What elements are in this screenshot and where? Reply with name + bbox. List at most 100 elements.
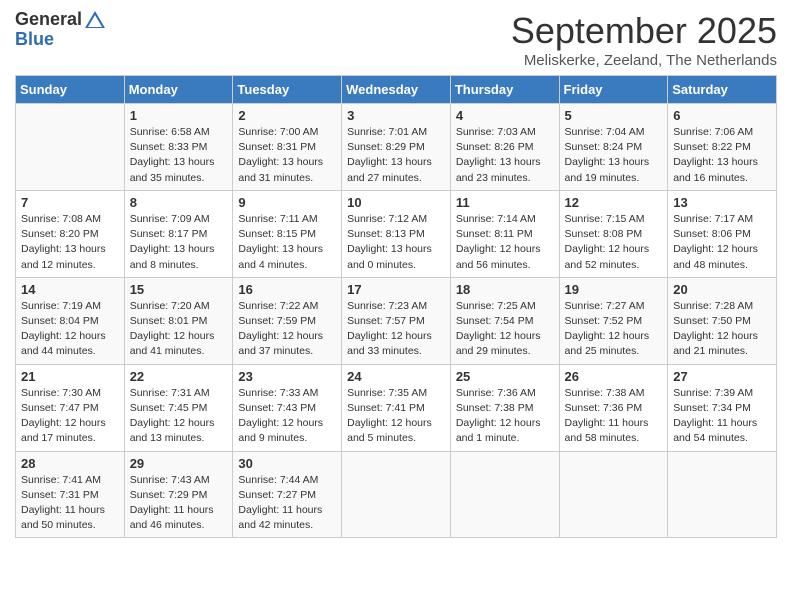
day-number: 9 (238, 195, 336, 210)
calendar-cell: 20Sunrise: 7:28 AM Sunset: 7:50 PM Dayli… (668, 277, 777, 364)
week-row-4: 21 Sunrise: 7:30 AM Sunset: 7:47 PM Dayli… (16, 364, 777, 451)
day-info: Sunrise: 7:09 AM Sunset: 8:17 PM Dayligh… (130, 212, 228, 273)
calendar-cell: 16 Sunrise: 7:22 AM Sunset: 7:59 PM Dayli… (233, 277, 342, 364)
day-info: Sunrise: 7:35 AM Sunset: 7:41 PM Dayligh… (347, 386, 445, 447)
day-info: Sunrise: 7:11 AM Sunset: 8:15 PM Dayligh… (238, 212, 336, 273)
calendar-cell: 6Sunrise: 7:06 AM Sunset: 8:22 PM Daylig… (668, 104, 777, 191)
day-info: Sunrise: 6:58 AM Sunset: 8:33 PM Dayligh… (130, 125, 228, 186)
day-info: Sunrise: 7:27 AM Sunset: 7:52 PM Dayligh… (565, 299, 663, 360)
day-number: 20 (673, 282, 771, 297)
day-number: 6 (673, 108, 771, 123)
column-header-friday: Friday (559, 76, 668, 104)
day-info: Sunrise: 7:03 AM Sunset: 8:26 PM Dayligh… (456, 125, 554, 186)
day-number: 23 (238, 369, 336, 384)
day-number: 15 (130, 282, 228, 297)
calendar-cell: 24 Sunrise: 7:35 AM Sunset: 7:41 PM Dayli… (342, 364, 451, 451)
day-number: 22 (130, 369, 228, 384)
calendar-cell (16, 104, 125, 191)
calendar-cell: 1 Sunrise: 6:58 AM Sunset: 8:33 PM Daylig… (124, 104, 233, 191)
day-info: Sunrise: 7:30 AM Sunset: 7:47 PM Dayligh… (21, 386, 119, 447)
day-info: Sunrise: 7:31 AM Sunset: 7:45 PM Dayligh… (130, 386, 228, 447)
day-info: Sunrise: 7:00 AM Sunset: 8:31 PM Dayligh… (238, 125, 336, 186)
calendar-cell: 30 Sunrise: 7:44 AM Sunset: 7:27 PM Dayli… (233, 451, 342, 538)
day-info: Sunrise: 7:43 AM Sunset: 7:29 PM Dayligh… (130, 473, 228, 534)
day-number: 18 (456, 282, 554, 297)
day-number: 12 (565, 195, 663, 210)
day-number: 7 (21, 195, 119, 210)
calendar-cell: 7Sunrise: 7:08 AM Sunset: 8:20 PM Daylig… (16, 190, 125, 277)
calendar-cell: 21 Sunrise: 7:30 AM Sunset: 7:47 PM Dayli… (16, 364, 125, 451)
day-info: Sunrise: 7:19 AM Sunset: 8:04 PM Dayligh… (21, 299, 119, 360)
calendar-cell (450, 451, 559, 538)
calendar-cell: 27Sunrise: 7:39 AM Sunset: 7:34 PM Dayli… (668, 364, 777, 451)
calendar-cell: 13Sunrise: 7:17 AM Sunset: 8:06 PM Dayli… (668, 190, 777, 277)
day-number: 14 (21, 282, 119, 297)
calendar-cell (342, 451, 451, 538)
page-location: Meliskerke, Zeeland, The Netherlands (511, 52, 777, 69)
calendar-cell: 4Sunrise: 7:03 AM Sunset: 8:26 PM Daylig… (450, 104, 559, 191)
day-info: Sunrise: 7:01 AM Sunset: 8:29 PM Dayligh… (347, 125, 445, 186)
day-number: 19 (565, 282, 663, 297)
day-info: Sunrise: 7:15 AM Sunset: 8:08 PM Dayligh… (565, 212, 663, 273)
day-number: 2 (238, 108, 336, 123)
calendar-cell: 11 Sunrise: 7:14 AM Sunset: 8:11 PM Dayli… (450, 190, 559, 277)
day-number: 26 (565, 369, 663, 384)
day-number: 17 (347, 282, 445, 297)
logo-general: General (15, 9, 82, 29)
week-row-2: 7Sunrise: 7:08 AM Sunset: 8:20 PM Daylig… (16, 190, 777, 277)
day-number: 3 (347, 108, 445, 123)
day-info: Sunrise: 7:38 AM Sunset: 7:36 PM Dayligh… (565, 386, 663, 447)
calendar-cell: 18 Sunrise: 7:25 AM Sunset: 7:54 PM Dayli… (450, 277, 559, 364)
day-number: 8 (130, 195, 228, 210)
day-info: Sunrise: 7:12 AM Sunset: 8:13 PM Dayligh… (347, 212, 445, 273)
calendar-cell: 22 Sunrise: 7:31 AM Sunset: 7:45 PM Dayli… (124, 364, 233, 451)
day-number: 10 (347, 195, 445, 210)
day-number: 27 (673, 369, 771, 384)
logo: General Blue (15, 10, 108, 50)
logo-blue: Blue (15, 30, 108, 50)
calendar-cell: 15 Sunrise: 7:20 AM Sunset: 8:01 PM Dayli… (124, 277, 233, 364)
calendar-cell: 10 Sunrise: 7:12 AM Sunset: 8:13 PM Dayli… (342, 190, 451, 277)
calendar-cell: 9 Sunrise: 7:11 AM Sunset: 8:15 PM Daylig… (233, 190, 342, 277)
day-info: Sunrise: 7:25 AM Sunset: 7:54 PM Dayligh… (456, 299, 554, 360)
page-header: General Blue September 2025 Meliskerke, … (15, 10, 777, 69)
column-header-wednesday: Wednesday (342, 76, 451, 104)
calendar-cell: 3 Sunrise: 7:01 AM Sunset: 8:29 PM Daylig… (342, 104, 451, 191)
day-number: 29 (130, 456, 228, 471)
day-info: Sunrise: 7:22 AM Sunset: 7:59 PM Dayligh… (238, 299, 336, 360)
title-block: September 2025 Meliskerke, Zeeland, The … (511, 10, 777, 69)
day-info: Sunrise: 7:14 AM Sunset: 8:11 PM Dayligh… (456, 212, 554, 273)
calendar-cell: 8 Sunrise: 7:09 AM Sunset: 8:17 PM Daylig… (124, 190, 233, 277)
calendar-cell: 17 Sunrise: 7:23 AM Sunset: 7:57 PM Dayli… (342, 277, 451, 364)
calendar-cell (559, 451, 668, 538)
day-info: Sunrise: 7:20 AM Sunset: 8:01 PM Dayligh… (130, 299, 228, 360)
week-row-3: 14 Sunrise: 7:19 AM Sunset: 8:04 PM Dayli… (16, 277, 777, 364)
calendar-cell: 25Sunrise: 7:36 AM Sunset: 7:38 PM Dayli… (450, 364, 559, 451)
day-info: Sunrise: 7:23 AM Sunset: 7:57 PM Dayligh… (347, 299, 445, 360)
day-info: Sunrise: 7:41 AM Sunset: 7:31 PM Dayligh… (21, 473, 119, 534)
calendar-cell: 26 Sunrise: 7:38 AM Sunset: 7:36 PM Dayli… (559, 364, 668, 451)
calendar-cell: 29 Sunrise: 7:43 AM Sunset: 7:29 PM Dayli… (124, 451, 233, 538)
day-number: 11 (456, 195, 554, 210)
day-number: 13 (673, 195, 771, 210)
calendar-cell: 14 Sunrise: 7:19 AM Sunset: 8:04 PM Dayli… (16, 277, 125, 364)
week-row-5: 28Sunrise: 7:41 AM Sunset: 7:31 PM Dayli… (16, 451, 777, 538)
column-header-tuesday: Tuesday (233, 76, 342, 104)
day-number: 1 (130, 108, 228, 123)
day-number: 16 (238, 282, 336, 297)
calendar-cell: 28Sunrise: 7:41 AM Sunset: 7:31 PM Dayli… (16, 451, 125, 538)
column-header-thursday: Thursday (450, 76, 559, 104)
day-info: Sunrise: 7:04 AM Sunset: 8:24 PM Dayligh… (565, 125, 663, 186)
day-number: 30 (238, 456, 336, 471)
day-info: Sunrise: 7:33 AM Sunset: 7:43 PM Dayligh… (238, 386, 336, 447)
column-header-saturday: Saturday (668, 76, 777, 104)
day-number: 24 (347, 369, 445, 384)
column-header-monday: Monday (124, 76, 233, 104)
day-number: 21 (21, 369, 119, 384)
calendar-cell: 5Sunrise: 7:04 AM Sunset: 8:24 PM Daylig… (559, 104, 668, 191)
day-info: Sunrise: 7:44 AM Sunset: 7:27 PM Dayligh… (238, 473, 336, 534)
calendar-cell: 23 Sunrise: 7:33 AM Sunset: 7:43 PM Dayli… (233, 364, 342, 451)
calendar-cell: 2 Sunrise: 7:00 AM Sunset: 8:31 PM Daylig… (233, 104, 342, 191)
calendar-cell: 12 Sunrise: 7:15 AM Sunset: 8:08 PM Dayli… (559, 190, 668, 277)
day-info: Sunrise: 7:36 AM Sunset: 7:38 PM Dayligh… (456, 386, 554, 447)
